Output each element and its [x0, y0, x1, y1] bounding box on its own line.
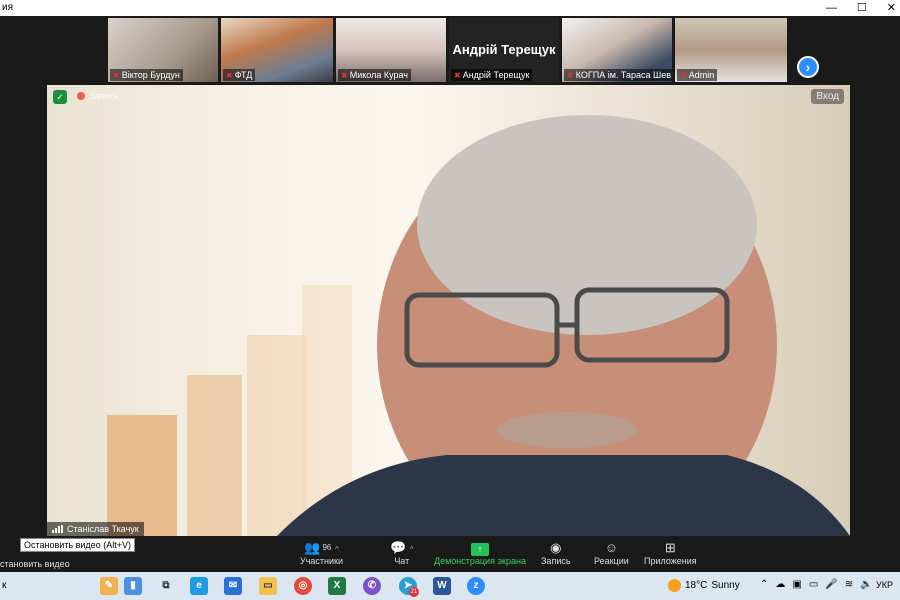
task-view-icon[interactable]: ⧉ [157, 577, 175, 595]
search-box-text[interactable]: к [2, 580, 6, 591]
bottle-icon[interactable]: ▮ [124, 577, 142, 595]
share-screen-label: Демонстрация экрана [434, 556, 526, 566]
participant-caption: ✖ Андрій Терещук [451, 69, 533, 81]
battery-icon[interactable]: ▭ [809, 579, 818, 590]
stop-video-tooltip: Остановить видео (Alt+V) [20, 538, 135, 552]
record-label: Запись [541, 556, 571, 566]
speaker-video-frame [107, 115, 850, 536]
participants-button[interactable]: 👥 96 ^ Участники [300, 539, 343, 566]
maximize-icon[interactable]: ☐ [857, 0, 867, 16]
participant-tile[interactable]: Андрій Терещук ✖ Андрій Терещук [449, 18, 559, 82]
mail-icon[interactable]: ✉ [224, 577, 242, 595]
weather-widget[interactable]: 18°C Sunny [668, 579, 740, 592]
sun-icon [668, 579, 681, 592]
share-screen-button[interactable]: ↑ Демонстрация экрана [434, 539, 526, 566]
participant-caption: ✖ ФТД [223, 69, 256, 81]
caret-up-icon[interactable]: ^ [410, 545, 414, 554]
chat-label: Чат [394, 556, 410, 566]
system-tray: ⌃ ☁ ▣ ▭ 🎤 ≋ 🔈 [760, 579, 873, 590]
recording-indicator[interactable]: Запись [77, 91, 119, 101]
language-indicator[interactable]: УКР [876, 580, 893, 590]
telegram-badge: 21 [409, 587, 419, 597]
window-titlebar: ия — ☐ ✕ [0, 0, 900, 16]
mic-muted-icon: ✖ [454, 70, 461, 80]
microphone-icon[interactable]: 🎤 [825, 579, 837, 590]
signal-bars-icon [52, 525, 63, 533]
participant-name: КОГПА ім. Тараса Шев... [575, 70, 672, 80]
weather-text: Sunny [711, 580, 740, 591]
participant-name: ФТД [234, 70, 253, 80]
participants-icon: 👥 [304, 540, 321, 555]
mic-muted-icon: ✖ [567, 70, 574, 80]
speaker-name-label: Станіслав Ткачук [47, 522, 144, 536]
participant-tile[interactable]: ✖ Микола Курач [336, 18, 446, 82]
participant-gallery: ✖ Віктор Бурдун ✖ ФТД ✖ Микола Курач Андрій… [0, 17, 900, 83]
participant-name: Admin [688, 70, 715, 80]
participant-display-name: Андрій Терещук [452, 42, 556, 57]
viber-icon[interactable]: ✆ [363, 577, 381, 595]
edge-icon[interactable]: e [190, 577, 208, 595]
participant-caption: ✖ Віктор Бурдун [110, 69, 183, 81]
speaker-name: Станіслав Ткачук [67, 524, 139, 534]
participant-tile[interactable]: ✖ КОГПА ім. Тараса Шев... [562, 18, 672, 82]
encryption-shield-icon[interactable]: ✓ [53, 90, 67, 104]
apps-icon: ⊞ [664, 540, 676, 555]
mic-muted-icon: ✖ [680, 70, 687, 80]
share-screen-icon: ↑ [470, 543, 489, 556]
chevron-up-icon[interactable]: ⌃ [760, 579, 768, 590]
reactions-label: Реакции [594, 556, 629, 566]
close-icon[interactable]: ✕ [887, 0, 896, 16]
mic-muted-icon: ✖ [226, 70, 233, 80]
participant-caption: ✖ Микола Курач [338, 69, 411, 81]
window-controls: — ☐ ✕ [826, 0, 896, 16]
participant-name: Андрій Терещук [462, 70, 530, 80]
active-speaker-video[interactable]: ✓ Запись Вход Станіслав Ткачук [47, 85, 850, 536]
excel-icon[interactable]: X [328, 577, 346, 595]
wifi-icon[interactable]: ≋ [845, 579, 853, 590]
file-explorer-icon[interactable]: ▭ [259, 577, 277, 595]
participant-name: Микола Курач [349, 70, 408, 80]
chat-icon: 💬 [390, 540, 407, 555]
stop-video-button[interactable]: становить видео [0, 559, 70, 569]
onedrive-icon[interactable]: ☁ [775, 579, 785, 590]
enter-button[interactable]: Вход [811, 89, 844, 104]
participants-label: Участники [300, 556, 343, 566]
participants-count: 96 [322, 543, 332, 552]
participant-tile[interactable]: ✖ ФТД [221, 18, 333, 82]
chat-button[interactable]: 💬 ^ Чат [390, 539, 414, 566]
participant-caption: ✖ КОГПА ім. Тараса Шев... [564, 69, 672, 81]
search-highlight-icon[interactable]: ✎ [100, 577, 118, 595]
participant-tile[interactable]: ✖ Віктор Бурдун [108, 18, 218, 82]
minimize-icon[interactable]: — [826, 0, 837, 16]
record-button[interactable]: ◉ Запись [541, 539, 571, 566]
mic-muted-icon: ✖ [341, 70, 348, 80]
caret-up-icon[interactable]: ^ [335, 545, 339, 554]
mic-muted-icon: ✖ [113, 70, 120, 80]
recording-dot-icon [77, 92, 85, 100]
participant-name: Віктор Бурдун [121, 70, 180, 80]
recording-label: Запись [89, 91, 119, 101]
display-icon[interactable]: ▣ [792, 579, 801, 590]
apps-label: Приложения [644, 556, 697, 566]
participant-caption: ✖ Admin [677, 69, 718, 81]
participant-tile[interactable]: ✖ Admin [675, 18, 787, 82]
weather-temp: 18°C [685, 580, 708, 591]
meeting-toolbar: 👥 96 ^ Участники 💬 ^ Чат ↑ Демонстрация э… [0, 536, 900, 572]
zoom-icon[interactable]: z [467, 577, 485, 595]
volume-icon[interactable]: 🔈 [860, 579, 872, 590]
chrome-icon[interactable]: ◎ [294, 577, 312, 595]
record-icon: ◉ [550, 540, 562, 555]
apps-button[interactable]: ⊞ Приложения [644, 539, 697, 566]
word-icon[interactable]: W [433, 577, 451, 595]
reactions-icon: ☺ [604, 540, 619, 555]
chevron-right-icon[interactable]: › [797, 56, 819, 78]
windows-taskbar: к ✎ ▮ ⧉ e ✉ ▭ ◎ X ✆ ➤ 21 W z 18°C Sunny … [0, 572, 900, 600]
window-title: ия [2, 2, 14, 13]
reactions-button[interactable]: ☺ Реакции [594, 539, 629, 566]
